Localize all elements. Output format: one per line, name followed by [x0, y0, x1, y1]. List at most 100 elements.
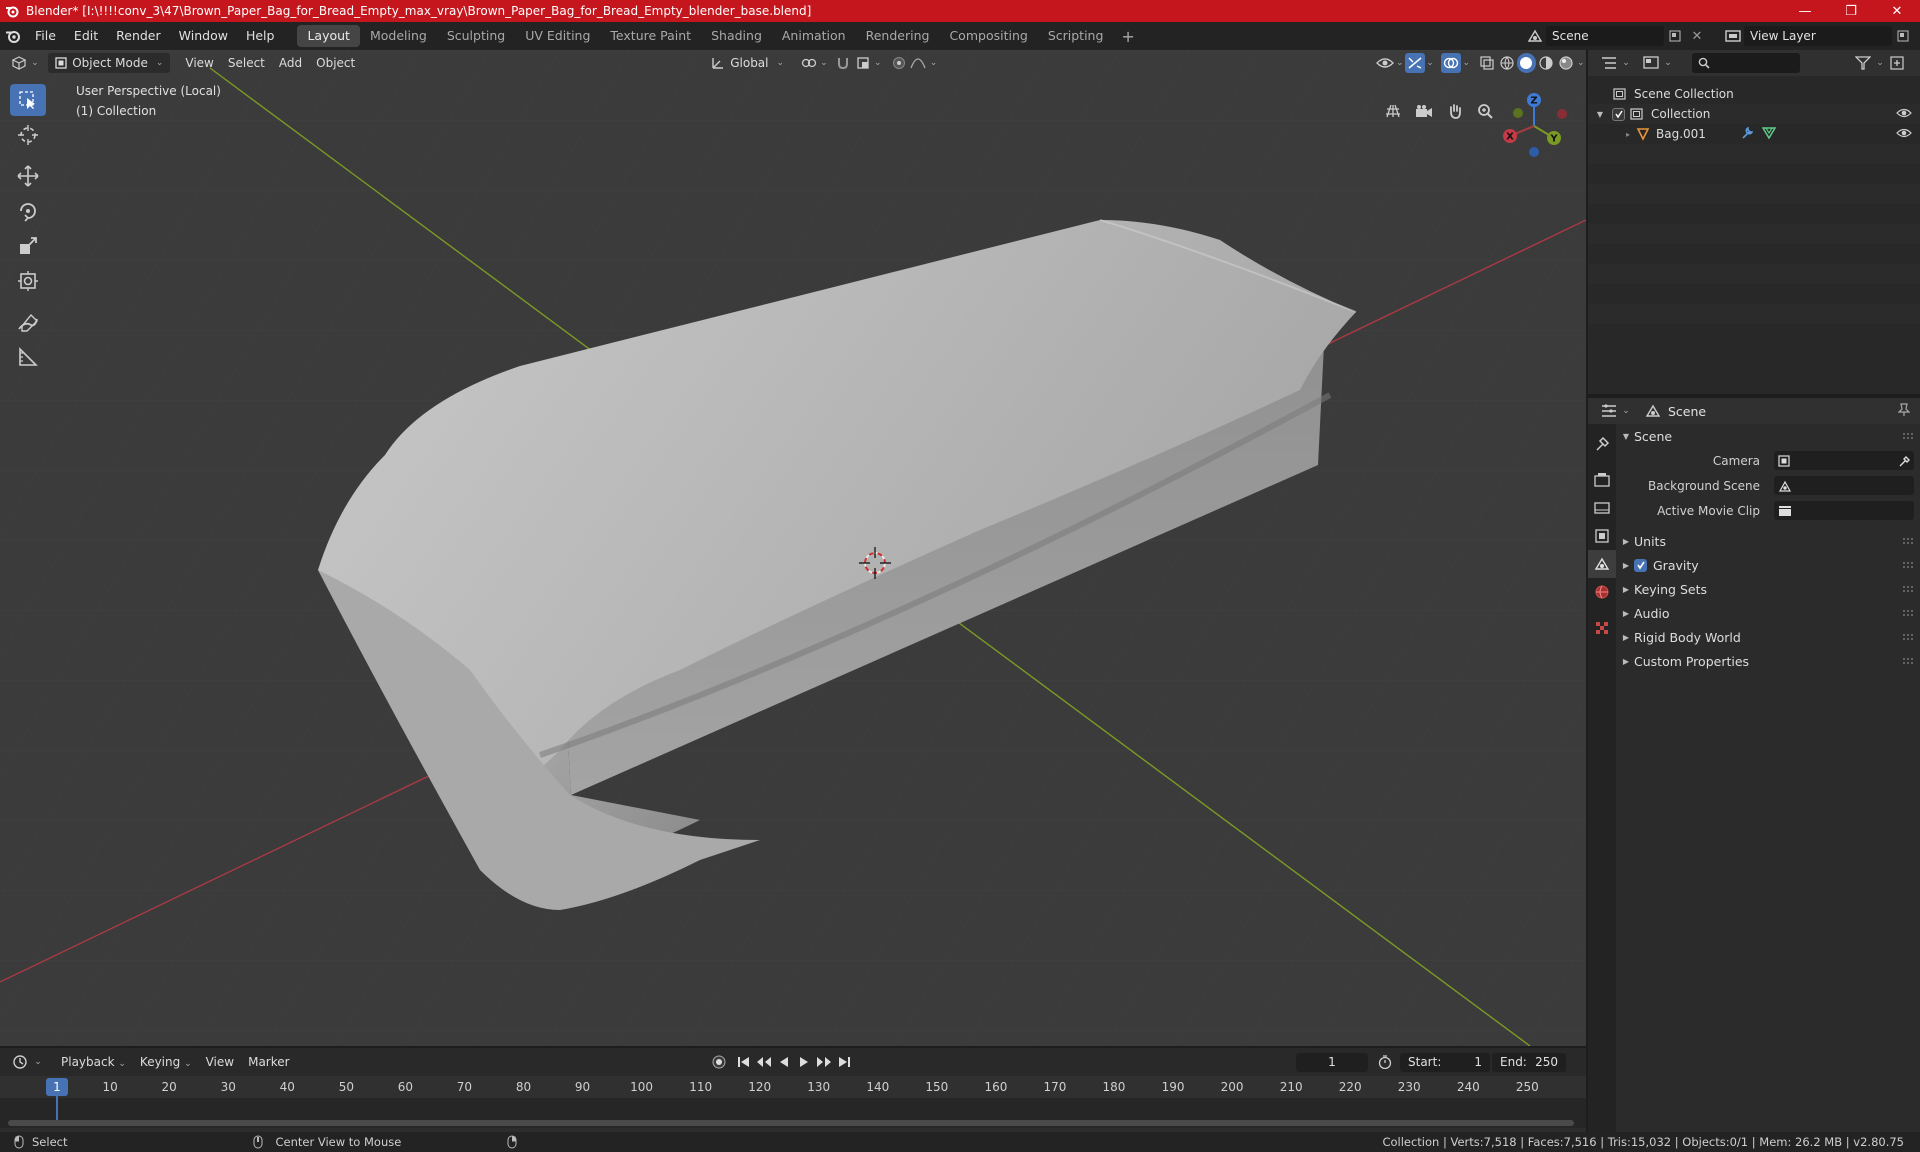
playback-menu[interactable]: Playback ⌄ — [54, 1052, 133, 1072]
show-gizmo-icon[interactable] — [1405, 53, 1425, 73]
new-collection-icon[interactable] — [1886, 53, 1908, 73]
pin-icon[interactable] — [1897, 402, 1911, 420]
keying-sets-panel-header[interactable]: ▶ Keying Sets — [1618, 577, 1920, 601]
start-frame-field[interactable]: Start: 1 — [1400, 1052, 1490, 1072]
drag-grip-icon[interactable] — [1902, 432, 1914, 440]
stopwatch-icon[interactable] — [1374, 1052, 1396, 1072]
timeline-view-menu[interactable]: View — [199, 1052, 241, 1072]
outliner-row-bag[interactable]: ▸ Bag.001 — [1588, 124, 1920, 144]
properties-editor-type-icon[interactable] — [1598, 401, 1620, 421]
pan-view-icon[interactable] — [1442, 98, 1468, 124]
drag-grip-icon[interactable] — [1902, 633, 1914, 641]
viewport-view-menu[interactable]: View — [178, 53, 220, 73]
select-box-tool-icon[interactable] — [10, 84, 46, 116]
play-reverse-icon[interactable] — [773, 1052, 795, 1072]
rendered-shading-icon[interactable] — [1556, 53, 1576, 73]
gravity-checkbox[interactable] — [1634, 558, 1647, 572]
transform-tool-icon[interactable] — [10, 265, 46, 297]
world-tab-icon[interactable] — [1588, 578, 1616, 606]
blender-menu-icon[interactable] — [0, 28, 26, 44]
drag-grip-icon[interactable] — [1902, 657, 1914, 665]
snap-element-icon[interactable] — [853, 53, 873, 73]
tab-scripting[interactable]: Scripting — [1038, 25, 1114, 47]
outliner-row-scene-collection[interactable]: Scene Collection — [1588, 84, 1920, 104]
viewport-select-menu[interactable]: Select — [221, 53, 272, 73]
chevron-down-icon[interactable]: ⌄ — [928, 53, 939, 73]
falloff-icon[interactable] — [909, 53, 929, 73]
chevron-down-icon[interactable]: ⌄ — [1425, 53, 1436, 73]
scene-name-field[interactable]: Scene — [1546, 26, 1664, 46]
xray-toggle-icon[interactable] — [1478, 53, 1498, 73]
snap-icon[interactable] — [833, 53, 853, 73]
tab-texture-paint[interactable]: Texture Paint — [600, 25, 701, 47]
record-keyframe-icon[interactable] — [708, 1052, 730, 1072]
tab-uv-editing[interactable]: UV Editing — [515, 25, 600, 47]
drag-grip-icon[interactable] — [1902, 537, 1914, 545]
rigid-body-world-panel-header[interactable]: ▶ Rigid Body World — [1618, 625, 1920, 649]
eye-icon[interactable] — [1896, 127, 1912, 142]
chevron-down-icon[interactable]: ⌄ — [1394, 53, 1405, 73]
annotate-tool-icon[interactable] — [10, 306, 46, 338]
view-layer-selector[interactable]: View Layer ✕ — [1722, 25, 1920, 47]
add-workspace-icon[interactable]: + — [1113, 27, 1142, 46]
active-movie-clip-field[interactable] — [1774, 501, 1914, 520]
scene-panel-header[interactable]: ▼ Scene — [1618, 424, 1920, 448]
camera-field[interactable] — [1774, 451, 1914, 470]
viewport-add-menu[interactable]: Add — [272, 53, 309, 73]
collapsed-arrow-icon[interactable]: ▶ — [1618, 561, 1634, 570]
units-panel-header[interactable]: ▶ Units — [1618, 529, 1920, 553]
chevron-down-icon[interactable]: ⌄ — [1620, 53, 1632, 73]
menu-help[interactable]: Help — [237, 22, 284, 50]
chevron-down-icon[interactable]: ⌄ — [1874, 53, 1886, 73]
scene-selector[interactable]: Scene ✕ — [1524, 25, 1708, 47]
jump-to-keyframe-forward-icon[interactable] — [813, 1052, 835, 1072]
maximize-button[interactable]: ❐ — [1828, 0, 1874, 22]
collapsed-arrow-icon[interactable]: ▶ — [1618, 633, 1634, 642]
viewport-object-menu[interactable]: Object — [309, 53, 362, 73]
chevron-down-icon[interactable]: ⌄ — [1620, 401, 1632, 421]
timeline-track-area[interactable] — [0, 1096, 1586, 1128]
gravity-panel-header[interactable]: ▶ Gravity — [1618, 553, 1920, 577]
move-tool-icon[interactable] — [10, 160, 46, 192]
outliner-editor-type-icon[interactable] — [1598, 53, 1620, 73]
view-layer-tab-icon[interactable] — [1588, 522, 1616, 550]
chevron-down-icon[interactable]: ⌄ — [819, 53, 830, 73]
chevron-down-icon[interactable]: ⌄ — [1662, 53, 1674, 73]
expand-arrow-icon[interactable]: ▸ — [1588, 130, 1636, 139]
display-mode-icon[interactable] — [1640, 53, 1662, 73]
3d-viewport[interactable]: Z Y X User Perspective (Local) (1) Colle… — [0, 50, 1586, 1046]
delete-view-layer-icon[interactable]: ✕ — [1914, 26, 1920, 46]
chevron-down-icon[interactable]: ⌄ — [1575, 53, 1586, 73]
custom-properties-panel-header[interactable]: ▶ Custom Properties — [1618, 649, 1920, 673]
new-view-layer-icon[interactable] — [1892, 26, 1914, 46]
background-scene-field[interactable] — [1774, 476, 1914, 495]
chevron-down-icon[interactable]: ⌄ — [1461, 53, 1472, 73]
chevron-down-icon[interactable]: ⌄ — [872, 53, 883, 73]
expand-arrow-icon[interactable]: ▼ — [1588, 110, 1612, 119]
zoom-view-icon[interactable] — [1472, 98, 1498, 124]
collection-include-checkbox[interactable] — [1612, 107, 1625, 121]
tab-rendering[interactable]: Rendering — [856, 25, 940, 47]
rotate-tool-icon[interactable] — [10, 195, 46, 227]
output-tab-icon[interactable] — [1588, 494, 1616, 522]
jump-to-start-icon[interactable] — [733, 1052, 755, 1072]
audio-panel-header[interactable]: ▶ Audio — [1618, 601, 1920, 625]
cursor-tool-icon[interactable] — [10, 119, 46, 151]
view-layer-name-field[interactable]: View Layer — [1744, 26, 1892, 46]
tab-shading[interactable]: Shading — [701, 25, 772, 47]
outliner-row-collection[interactable]: ▼ Collection — [1588, 104, 1920, 124]
tab-layout[interactable]: Layout — [297, 25, 360, 47]
expand-arrow-icon[interactable]: ▼ — [1618, 432, 1634, 441]
chevron-down-icon[interactable]: ⌄ — [30, 53, 41, 73]
editor-type-icon[interactable] — [10, 53, 30, 73]
transform-orientation-dropdown[interactable]: Global ⌄ — [704, 53, 791, 73]
scene-tab-icon[interactable] — [1588, 550, 1616, 578]
menu-window[interactable]: Window — [170, 22, 237, 50]
delete-scene-icon[interactable]: ✕ — [1686, 26, 1708, 46]
drag-grip-icon[interactable] — [1902, 609, 1914, 617]
pivot-point-icon[interactable] — [799, 53, 819, 73]
tab-sculpting[interactable]: Sculpting — [437, 25, 515, 47]
proportional-editing-icon[interactable] — [889, 53, 909, 73]
drag-grip-icon[interactable] — [1902, 561, 1914, 569]
scale-tool-icon[interactable] — [10, 230, 46, 262]
